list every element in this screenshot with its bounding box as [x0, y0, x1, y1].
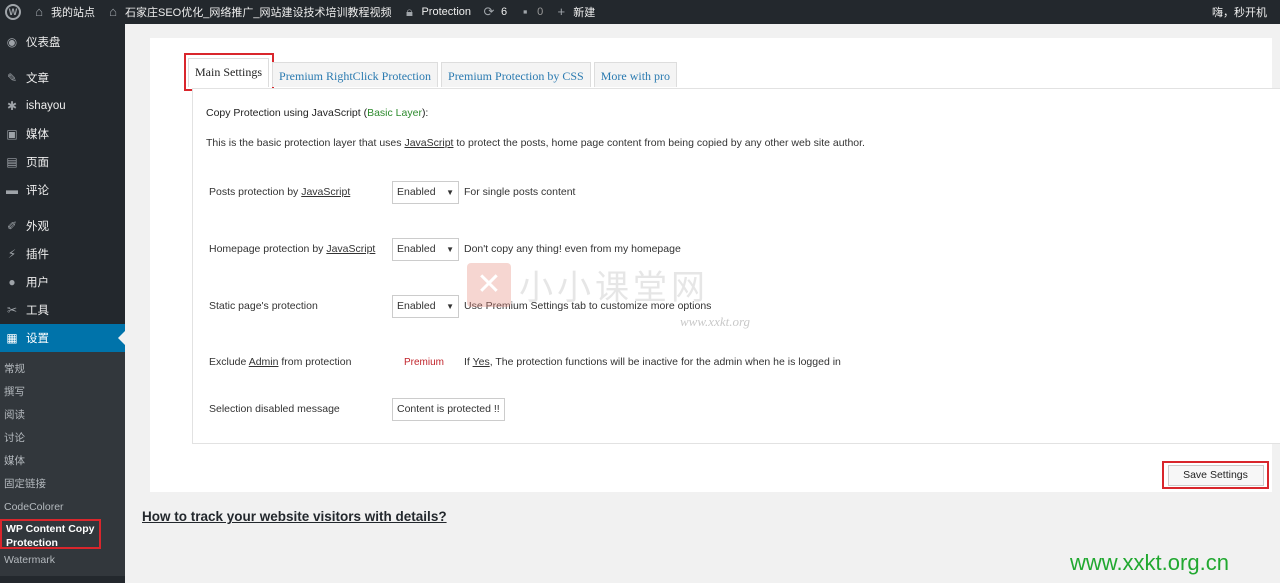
settings-submenu: 常规 撰写 阅读 讨论 媒体 固定链接 CodeColorer WP Conte… — [0, 352, 125, 576]
main-content: Main Settings Premium RightClick Protect… — [125, 24, 1280, 583]
site-title-link[interactable]: ⌂ 石家庄SEO优化_网络推广_网站建设技术培训教程视频 — [100, 0, 396, 24]
menu-plugins[interactable]: ⚡︎ 插件 — [0, 240, 125, 268]
settings-box: Copy Protection using JavaScript (Basic … — [192, 88, 1280, 444]
updates-link[interactable]: ⟳ 6 — [476, 0, 512, 24]
premium-badge[interactable]: Premium — [392, 357, 458, 368]
menu-media[interactable]: ▣ 媒体 — [0, 120, 125, 148]
new-content-link[interactable]: + 新建 — [548, 0, 600, 24]
menu-dashboard[interactable]: ◉ 仪表盘 — [0, 28, 125, 56]
tab-more-with-pro[interactable]: More with pro — [593, 62, 678, 87]
dropdown-arrow-icon: ▼ — [446, 301, 454, 311]
refresh-icon: ⟳ — [483, 4, 495, 19]
wrench-icon: ✂ — [6, 303, 18, 317]
posts-protection-row: Posts protection by JavaScript Enabled ▼ … — [209, 180, 1269, 204]
menu-settings[interactable]: ▦ 设置 — [0, 324, 125, 352]
submenu-watermark[interactable]: Watermark — [0, 549, 125, 572]
lock-icon: 🔒︎ — [406, 4, 413, 19]
exclude-admin-row: Exclude Admin from protection Premium If… — [209, 350, 1269, 374]
menu-users[interactable]: ● 用户 — [0, 268, 125, 296]
watermark-icon: ✕ — [467, 262, 511, 307]
dropdown-arrow-icon: ▼ — [446, 187, 454, 197]
site-name-link[interactable]: ⌂ 我的站点 — [26, 0, 100, 24]
protection-link[interactable]: 🔒︎ Protection — [396, 0, 476, 24]
watermark-url: www.xxkt.org.cn — [1070, 550, 1229, 575]
section-heading: Copy Protection using JavaScript (Basic … — [206, 107, 429, 119]
posts-protection-label: Posts protection by JavaScript — [209, 186, 351, 198]
page-icon: ▤ — [6, 155, 18, 169]
submenu-reading[interactable]: 阅读 — [0, 404, 125, 427]
watermark-subtext: www.xxkt.org — [680, 314, 751, 329]
static-protection-select[interactable]: Enabled ▼ — [392, 294, 459, 318]
settings-icon: ▦ — [6, 331, 18, 345]
tab-main-settings[interactable]: Main Settings — [188, 58, 270, 87]
tab-premium-css[interactable]: Premium Protection by CSS — [441, 62, 591, 87]
tab-premium-rightclick[interactable]: Premium RightClick Protection — [272, 62, 439, 87]
settings-panel: Main Settings Premium RightClick Protect… — [150, 38, 1280, 492]
gear-icon: ✱ — [6, 99, 18, 113]
admin-sidebar: ◉ 仪表盘 ✎ 文章 ✱ ishayou ▣ 媒体 ▤ 页面 ▬ 评论 ✐ 外观 ⚡︎ 插件 ●… — [0, 24, 125, 583]
menu-ishayou[interactable]: ✱ ishayou — [0, 92, 125, 120]
section-description: This is the basic protection layer that … — [206, 137, 865, 149]
menu-comments[interactable]: ▬ 评论 — [0, 176, 125, 204]
brush-icon: ✐ — [6, 219, 18, 233]
admin-bar: W ⌂ 我的站点 ⌂ 石家庄SEO优化_网络推广_网站建设技术培训教程视频 🔒︎ Pr… — [0, 0, 1280, 24]
homepage-protection-label: Homepage protection by JavaScript — [209, 243, 376, 255]
homepage-protection-row: Homepage protection by JavaScript Enable… — [209, 237, 1269, 261]
submenu-discussion[interactable]: 讨论 — [0, 427, 125, 450]
plugin-icon: ⚡︎ — [7, 247, 17, 261]
selection-message-input[interactable]: Content is protected !! — [392, 397, 505, 421]
exclude-admin-note: If Yes, The protection functions will be… — [464, 356, 841, 368]
submenu-general[interactable]: 常规 — [0, 358, 125, 381]
pin-icon: ✎ — [6, 71, 18, 85]
save-highlight: Save Settings — [1162, 461, 1269, 489]
submenu-writing[interactable]: 撰写 — [0, 381, 125, 404]
selection-message-row: Selection disabled message Content is pr… — [209, 397, 1269, 421]
plus-icon: + — [557, 4, 566, 19]
wordpress-icon: W — [5, 4, 21, 20]
menu-pages[interactable]: ▤ 页面 — [0, 148, 125, 176]
menu-posts[interactable]: ✎ 文章 — [0, 64, 125, 92]
wp-logo-button[interactable]: W — [0, 0, 26, 24]
submenu-permalinks[interactable]: 固定链接 — [0, 473, 125, 496]
account-greeting[interactable]: 嗨，秒开机 — [1207, 0, 1272, 24]
homepage-protection-note: Don't copy any thing! even from my homep… — [464, 243, 681, 255]
dropdown-arrow-icon: ▼ — [446, 244, 454, 254]
comment-icon: ▪ — [522, 4, 528, 19]
selection-message-label: Selection disabled message — [209, 403, 340, 415]
media-icon: ▣ — [6, 127, 18, 141]
submenu-codecolorer[interactable]: CodeColorer — [0, 496, 125, 519]
menu-appearance[interactable]: ✐ 外观 — [0, 212, 125, 240]
comments-link[interactable]: ▪ 0 — [512, 0, 548, 24]
home-icon: ⌂ — [35, 4, 43, 19]
track-visitors-link[interactable]: How to track your website visitors with … — [142, 509, 447, 524]
menu-tools[interactable]: ✂ 工具 — [0, 296, 125, 324]
submenu-wp-content-copy-protection[interactable]: WP Content Copy Protection — [0, 519, 101, 549]
save-settings-button[interactable]: Save Settings — [1167, 464, 1264, 486]
static-protection-label: Static page's protection — [209, 300, 318, 312]
exclude-admin-label: Exclude Admin from protection — [209, 356, 352, 368]
homepage-protection-select[interactable]: Enabled ▼ — [392, 237, 459, 261]
watermark-logo: ✕ 小小课堂网 — [467, 260, 709, 309]
settings-tabs: Main Settings Premium RightClick Protect… — [188, 58, 680, 87]
user-icon: ● — [8, 275, 16, 289]
javascript-link[interactable]: JavaScript — [404, 137, 453, 149]
home-icon: ⌂ — [109, 4, 117, 19]
posts-protection-note: For single posts content — [464, 186, 576, 198]
comment-icon: ▬ — [6, 183, 18, 197]
posts-protection-select[interactable]: Enabled ▼ — [392, 180, 459, 204]
dashboard-icon: ◉ — [6, 35, 18, 49]
submenu-media[interactable]: 媒体 — [0, 450, 125, 473]
